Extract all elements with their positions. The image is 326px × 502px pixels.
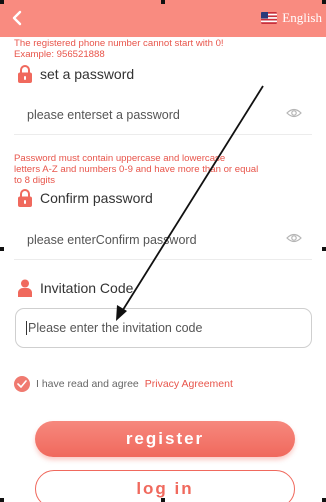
invitation-placeholder: Please enter the invitation code bbox=[28, 321, 203, 335]
language-selector[interactable]: English bbox=[261, 8, 322, 28]
lock-icon bbox=[18, 189, 32, 207]
selection-handle bbox=[322, 498, 326, 502]
confirm-password-label: Confirm password bbox=[40, 190, 153, 206]
confirm-password-placeholder: please enterConfirm password bbox=[27, 232, 197, 247]
selection-handle bbox=[322, 0, 326, 4]
selection-handle bbox=[0, 0, 4, 4]
agreement-checkbox[interactable] bbox=[14, 376, 30, 392]
text-caret bbox=[26, 321, 27, 335]
eye-icon[interactable] bbox=[286, 232, 302, 247]
login-button[interactable]: log in bbox=[35, 470, 295, 502]
agreement-text: I have read and agree bbox=[36, 378, 139, 390]
password-hint-line2: letters A-Z and numbers 0-9 and have mor… bbox=[14, 164, 259, 175]
confirm-password-label-row: Confirm password bbox=[16, 188, 153, 208]
privacy-agreement-link[interactable]: Privacy Agreement bbox=[145, 378, 233, 390]
invitation-label-row: Invitation Code bbox=[16, 278, 133, 298]
user-icon bbox=[18, 279, 32, 297]
selection-handle bbox=[161, 0, 165, 4]
checkmark-icon bbox=[17, 380, 27, 388]
password-placeholder: please enterset a password bbox=[27, 107, 180, 122]
language-label: English bbox=[282, 10, 322, 25]
back-button[interactable] bbox=[6, 6, 28, 30]
invitation-code-input[interactable]: Please enter the invitation code bbox=[15, 308, 312, 348]
agreement-row: I have read and agree Privacy Agreement bbox=[14, 376, 233, 392]
selection-handle bbox=[0, 247, 4, 251]
password-hint-line1: Password must contain uppercase and lowe… bbox=[14, 153, 226, 164]
selection-handle bbox=[0, 498, 4, 502]
password-label: set a password bbox=[40, 66, 135, 82]
us-flag-icon bbox=[261, 12, 278, 24]
invitation-label: Invitation Code bbox=[40, 280, 134, 296]
lock-icon bbox=[18, 65, 32, 83]
selection-handle bbox=[322, 247, 326, 251]
header-bar: English bbox=[0, 0, 326, 37]
phone-hint-line2: Example: 956521888 bbox=[14, 49, 105, 60]
password-hint-line3: to 8 digits bbox=[14, 175, 56, 186]
selection-handle bbox=[161, 498, 165, 502]
confirm-password-field[interactable]: please enterConfirm password bbox=[14, 220, 312, 260]
password-field[interactable]: please enterset a password bbox=[14, 95, 312, 135]
password-hint: Password must contain uppercase and lowe… bbox=[14, 153, 314, 186]
phone-hint-line1: The registered phone number cannot start… bbox=[14, 38, 224, 49]
phone-hint: The registered phone number cannot start… bbox=[14, 38, 314, 60]
chevron-left-icon bbox=[12, 10, 22, 26]
register-button[interactable]: register bbox=[35, 421, 295, 457]
eye-icon[interactable] bbox=[286, 107, 302, 122]
password-label-row: set a password bbox=[16, 64, 134, 84]
